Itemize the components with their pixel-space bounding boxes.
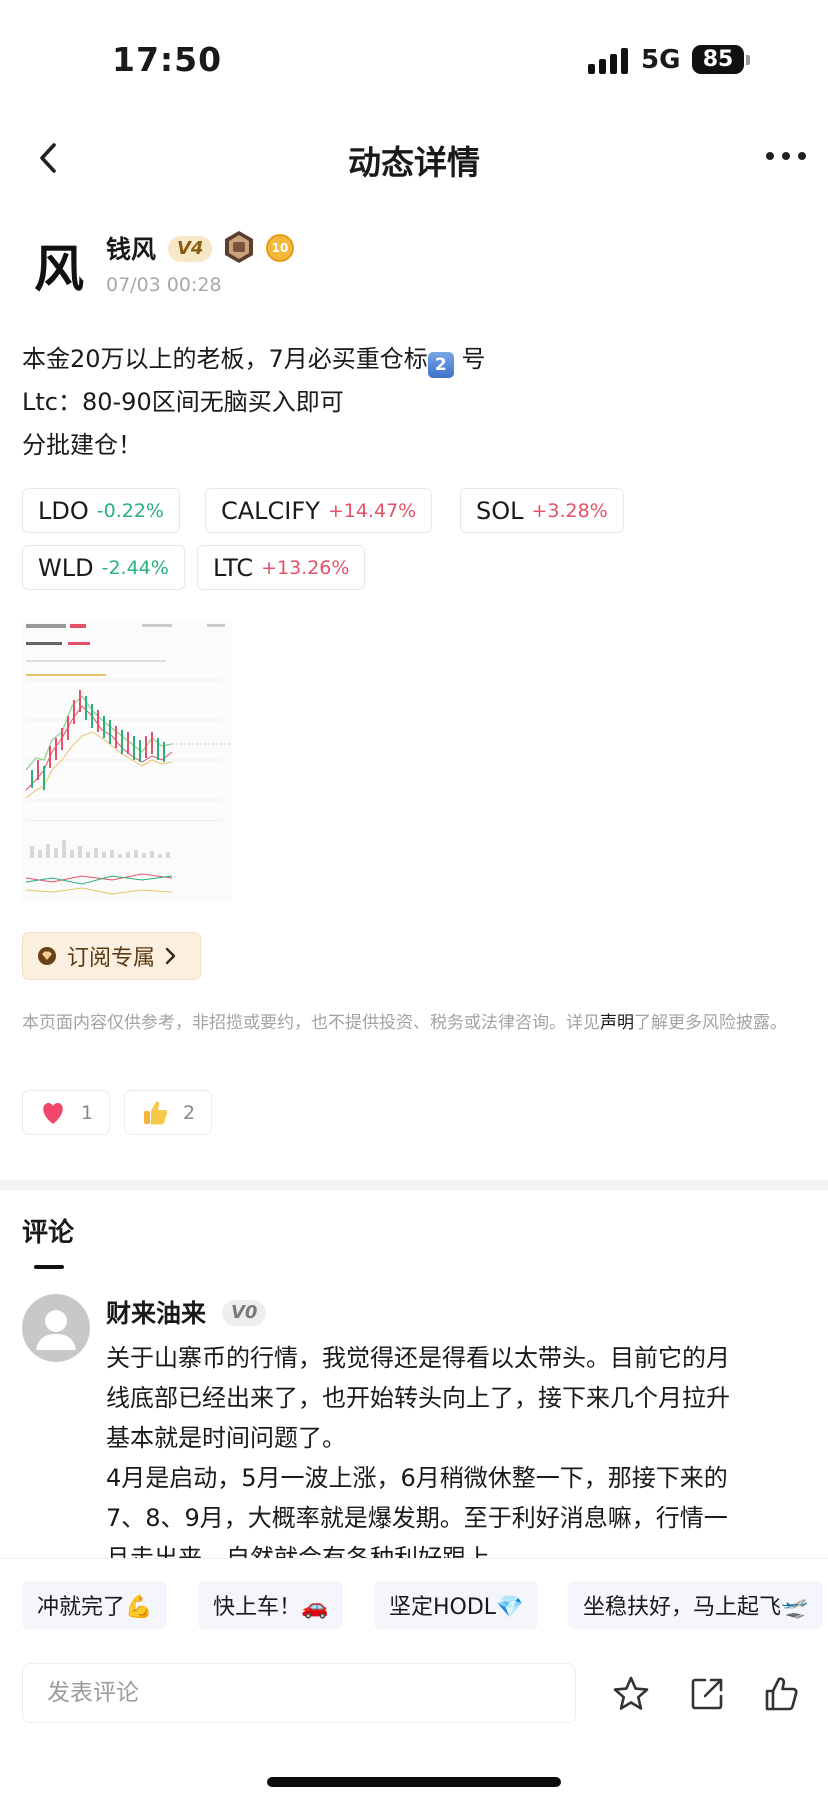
coin-tag-sol[interactable]: SOL +3.28% (460, 488, 624, 533)
quick-reply-chips: 冲就完了💪 快上车！🚗 坚定HODL💎 坐稳扶好，马上起飞🛫 (0, 1581, 828, 1629)
coin-symbol: LDO (38, 496, 89, 525)
subscribe-label: 订阅专属 (67, 946, 156, 971)
more-options-button[interactable] (766, 144, 806, 168)
risk-disclaimer: 本页面内容仅供参考，非招揽或要约，也不提供投资、税务或法律咨询。详见声明了解更多… (22, 1010, 802, 1036)
quick-reply-chip[interactable]: 快上车！🚗 (198, 1581, 344, 1629)
post-line-text: 号 (453, 345, 486, 373)
keycap-number-icon: 2 (427, 352, 454, 378)
star-icon[interactable] (612, 1675, 650, 1713)
coin-symbol: CALCIFY (221, 496, 320, 525)
commenter-avatar[interactable] (22, 1294, 90, 1362)
subscribe-exclusive-button[interactable]: 订阅专属 (22, 932, 201, 980)
dot-icon (766, 152, 774, 160)
post-line: 分批建仓！ (22, 431, 142, 459)
commenter-badge: V0 (222, 1300, 267, 1326)
comment-line: 4月是启动，5月一波上涨，6月稍微休整一下，那接下来的 (106, 1464, 728, 1492)
quick-reply-chip[interactable]: 冲就完了💪 (22, 1581, 168, 1629)
coin-symbol: LTC (213, 553, 254, 582)
quick-reply-chip[interactable]: 坚定HODL💎 (374, 1581, 539, 1629)
nav-bar: 动态详情 (0, 110, 828, 206)
disclaimer-text: 了解更多风险披露。 (634, 1013, 787, 1033)
coin-tag-wld[interactable]: WLD -2.44% (22, 545, 185, 590)
signal-icon (588, 48, 630, 74)
post-content: 本金20万以上的老板，7月必买重仓标 2 号 Ltc：80-90区间无脑买入即可 … (22, 338, 802, 467)
dot-icon (798, 152, 806, 160)
comment-line: 线底部已经出来了，也开始转头向上了，接下来几个月拉升 (106, 1384, 730, 1412)
comment-input[interactable] (22, 1663, 576, 1723)
bottom-comment-bar: 冲就完了💪 快上车！🚗 坚定HODL💎 坐稳扶好，马上起飞🛫 (0, 1558, 828, 1800)
author-avatar[interactable]: 风 (22, 228, 96, 302)
chevron-right-icon (165, 947, 176, 965)
coin-symbol: WLD (38, 553, 94, 582)
level-badge: 10 (266, 234, 294, 262)
thumbs-up-icon[interactable] (762, 1675, 800, 1713)
battery-cap (746, 55, 750, 65)
comment-line: 基本就是时间问题了。 (106, 1424, 346, 1452)
quick-reply-chip[interactable]: 坐稳扶好，马上起飞🛫 (568, 1581, 824, 1629)
share-icon[interactable] (688, 1675, 726, 1713)
heart-icon (43, 1102, 63, 1124)
coin-tag-ltc[interactable]: LTC +13.26% (197, 545, 366, 590)
page-title: 动态详情 (348, 143, 480, 182)
default-user-icon (36, 1310, 76, 1350)
like-count: 1 (81, 1101, 94, 1124)
rank-medal-icon (225, 231, 253, 263)
coin-tag-ldo[interactable]: LDO -0.22% (22, 488, 180, 533)
status-bar: 17:50 5G 85 (0, 0, 828, 110)
commenter-name[interactable]: 财来油来 (106, 1294, 206, 1330)
dot-icon (782, 152, 790, 160)
chart-screenshot-image[interactable] (22, 620, 232, 902)
post-timestamp: 07/03 00:28 (106, 274, 222, 296)
author-header: 风 钱风 V4 10 07/03 00:28 (22, 226, 802, 306)
home-indicator (267, 1777, 561, 1787)
coin-change: +3.28% (531, 499, 608, 522)
coin-tag-calcify[interactable]: CALCIFY +14.47% (205, 488, 433, 533)
comments-heading[interactable]: 评论 (22, 1212, 74, 1249)
coin-symbol: SOL (476, 496, 524, 525)
section-divider (0, 1180, 828, 1190)
comments-tab-indicator (34, 1265, 64, 1269)
thumbs-up-reaction-button[interactable]: 2 (124, 1090, 212, 1135)
disclaimer-text: 本页面内容仅供参考，非招揽或要约，也不提供投资、税务或法律咨询。详见 (22, 1013, 600, 1033)
thumbs-up-count: 2 (183, 1101, 196, 1124)
post-line-text: 本金20万以上的老板，7月必买重仓标 (22, 345, 428, 373)
coin-change: -2.44% (101, 556, 169, 579)
post-line: 本金20万以上的老板，7月必买重仓标 2 号 (22, 338, 802, 381)
comment-line: 7、8、9月，大概率就是爆发期。至于利好消息嘛，行情一 (106, 1504, 728, 1532)
author-name[interactable]: 钱风 (106, 230, 156, 266)
coin-change: +13.26% (261, 556, 350, 579)
status-time: 17:50 (112, 40, 223, 79)
comment-text: 关于山寨币的行情，我觉得还是得看以太带头。目前它的月 线底部已经出来了，也开始转… (106, 1338, 796, 1578)
thumbs-up-icon (144, 1101, 168, 1124)
network-type: 5G (641, 45, 681, 75)
statement-link[interactable]: 声明 (600, 1013, 634, 1033)
vip-badge: V4 (168, 236, 213, 262)
post-line: Ltc：80-90区间无脑买入即可 (22, 388, 344, 416)
coin-change: -0.22% (96, 499, 164, 522)
diamond-icon (38, 947, 56, 965)
like-reaction-button[interactable]: 1 (22, 1090, 110, 1135)
battery-icon: 85 (692, 45, 744, 74)
coin-change: +14.47% (327, 499, 417, 522)
comment-line: 关于山寨币的行情，我觉得还是得看以太带头。目前它的月 (106, 1344, 730, 1372)
